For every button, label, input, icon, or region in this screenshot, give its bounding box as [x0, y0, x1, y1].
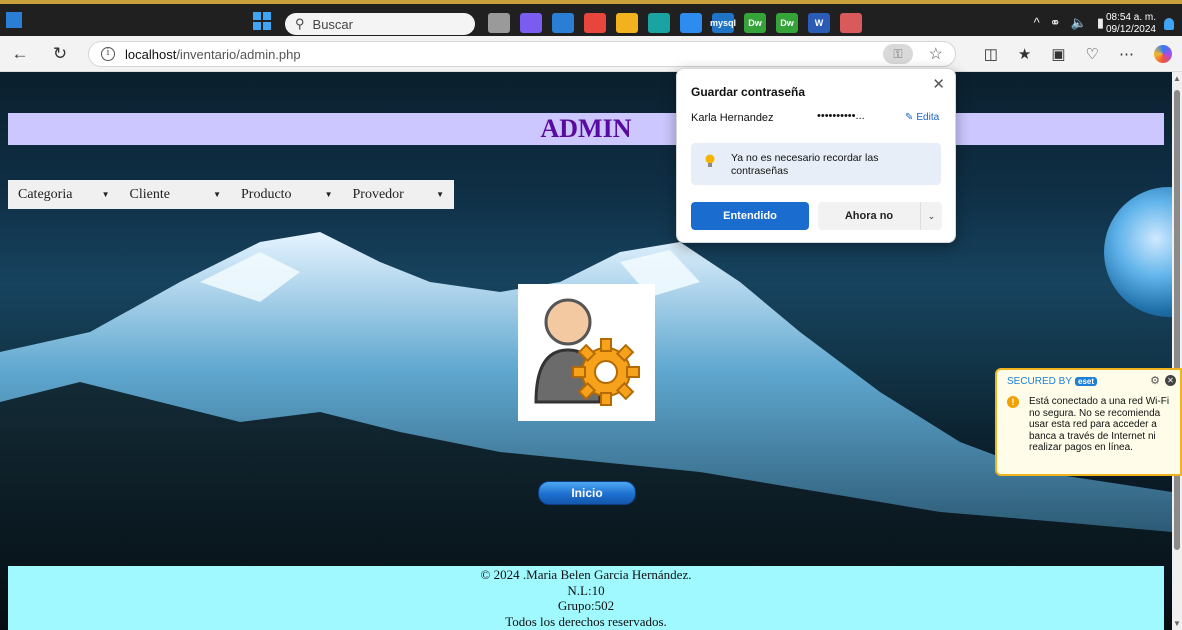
menu-item-label: Categoria — [18, 186, 73, 202]
page-footer: © 2024 .Maria Belen Garcia Hernández. N.… — [8, 566, 1164, 630]
scrollbar-thumb[interactable] — [1174, 90, 1180, 550]
back-button[interactable]: ← — [10, 44, 30, 64]
address-bar[interactable]: i localhost/inventario/admin.php ⚿ ☆ — [88, 41, 956, 67]
page-viewport: ADMIN Categoria ▼ Cliente ▼ Producto ▼ Provedo… — [0, 72, 1172, 630]
browser-toolbar: ← ↻ i localhost/inventario/admin.php ⚿ ☆… — [0, 36, 1182, 72]
edit-link[interactable]: ✎ Edita — [905, 112, 939, 123]
edit-label: Edita — [916, 112, 940, 123]
collections-icon[interactable]: ▣ — [1051, 45, 1065, 63]
menu-item-label: Provedor — [352, 186, 404, 202]
dreamweaver-icon[interactable]: Dw — [744, 13, 766, 33]
notification-bell-icon[interactable] — [1164, 18, 1174, 30]
menu-item-label: Producto — [241, 186, 292, 202]
dropdown-caret-icon: ▼ — [101, 190, 110, 199]
eset-notification: SECURED BY eset ⚙ ✕ ! Está conectado a u… — [995, 368, 1182, 476]
dropdown-caret-icon: ▼ — [436, 190, 444, 199]
eset-header: SECURED BY eset — [1007, 376, 1098, 387]
paint-icon[interactable] — [840, 13, 862, 33]
url-path: /inventario/admin.php — [176, 46, 301, 62]
taskbar-search[interactable]: ⚲ Buscar — [285, 13, 475, 35]
warning-icon: ! — [1007, 396, 1019, 408]
menu-select-producto[interactable]: Producto ▼ — [231, 180, 343, 209]
app-icon[interactable] — [6, 12, 22, 28]
copilot-badge-icon[interactable] — [680, 13, 702, 33]
admin-header-bar: ADMIN — [8, 113, 1164, 145]
dropdown-caret-icon: ▼ — [324, 190, 333, 199]
menu-select-provedor[interactable]: Provedor ▼ — [343, 180, 455, 209]
footer-copyright: © 2024 .Maria Belen Garcia Hernández. — [480, 567, 692, 582]
page-title: ADMIN — [540, 114, 632, 143]
menu-item-label: Cliente — [129, 186, 170, 202]
taskbar-clock[interactable]: 08:54 a. m. 09/12/2024 — [1106, 12, 1156, 36]
password-tip: Ya no es necesario recordar las contrase… — [691, 143, 941, 185]
system-tray: ^ ⚭ 🔈 ▮ — [1034, 15, 1104, 31]
browser-tools: ◫ ★ ▣ ♡ ⋯ — [984, 45, 1172, 63]
pencil-icon: ✎ — [905, 112, 914, 123]
chevron-up-icon[interactable]: ^ — [1034, 15, 1040, 31]
edge-icon[interactable] — [648, 13, 670, 33]
store-icon[interactable] — [552, 13, 574, 33]
gear-icon[interactable]: ⚙ — [1150, 374, 1160, 387]
mysql-icon[interactable]: mysql — [710, 13, 736, 33]
word-icon[interactable]: W — [808, 13, 830, 33]
copilot-app-icon[interactable] — [520, 13, 542, 33]
eset-message: Está conectado a una red Wi-Fi no segura… — [1029, 396, 1170, 453]
favorites-icon[interactable]: ★ — [1018, 45, 1031, 63]
dropdown-caret-icon: ▼ — [213, 190, 221, 199]
chrome-icon[interactable] — [584, 13, 606, 33]
tip-text: Ya no es necesario recordar las contrase… — [731, 152, 879, 177]
footer-nl: N.L:10 — [567, 582, 605, 598]
close-icon[interactable]: ✕ — [932, 75, 945, 93]
dreamweaver-icon-2[interactable]: Dw — [776, 13, 798, 33]
chevron-down-icon[interactable]: ⌄ — [920, 202, 942, 230]
footer-rights: Todos los derechos reservados. — [505, 613, 667, 629]
entendido-button[interactable]: Entendido — [691, 202, 809, 230]
footer-grupo: Grupo:502 — [557, 598, 615, 613]
clock-time: 08:54 a. m. — [1105, 12, 1156, 23]
scroll-down-arrow-icon[interactable]: ▼ — [1173, 619, 1181, 628]
windows-taskbar: ⚲ Buscar mysql Dw Dw W ^ ⚭ 🔈 ▮ 08:54 a. m. … — [0, 0, 1182, 36]
favorite-star-icon[interactable]: ☆ — [929, 44, 943, 64]
menu-select-cliente[interactable]: Cliente ▼ — [120, 180, 232, 209]
page-scrollbar[interactable]: ▲ ▼ — [1172, 72, 1182, 630]
search-icon: ⚲ — [295, 16, 305, 31]
clock-date: 09/12/2024 — [1105, 24, 1156, 35]
task-view-icon[interactable] — [488, 13, 510, 33]
ahora-no-button[interactable]: Ahora no — [818, 202, 920, 230]
nav-menu: Categoria ▼ Cliente ▼ Producto ▼ Provedor ▼ — [8, 180, 454, 209]
taskbar-apps: mysql Dw Dw W — [488, 13, 862, 33]
save-password-popup: Guardar contraseña ✕ Karla Hernandez •••… — [676, 68, 956, 243]
lightbulb-icon — [705, 154, 715, 167]
browser-essentials-icon[interactable]: ♡ — [1086, 45, 1099, 63]
url-host: localhost — [125, 46, 177, 62]
key-icon[interactable]: ⚿ — [883, 44, 913, 64]
split-screen-icon[interactable]: ◫ — [984, 45, 998, 63]
popup-title: Guardar contraseña — [691, 85, 806, 99]
saved-password-mask: ••••••••••... — [817, 110, 865, 122]
network-icon[interactable]: ⚭ — [1050, 15, 1061, 31]
menu-select-categoria[interactable]: Categoria ▼ — [8, 180, 120, 209]
scroll-up-arrow-icon[interactable]: ▲ — [1173, 74, 1181, 83]
eset-secured-label: SECURED BY — [1007, 376, 1073, 387]
taskbar-search-placeholder: Buscar — [312, 16, 353, 32]
admin-user-gear-icon — [518, 284, 655, 421]
close-icon[interactable]: ✕ — [1165, 375, 1176, 386]
battery-icon[interactable]: ▮ — [1097, 15, 1104, 31]
volume-icon[interactable]: 🔈 — [1071, 15, 1087, 31]
info-icon[interactable]: i — [101, 47, 115, 61]
copilot-icon[interactable] — [1154, 45, 1172, 63]
more-menu-icon[interactable]: ⋯ — [1119, 45, 1134, 63]
windows-start-icon[interactable] — [253, 12, 271, 30]
explorer-icon[interactable] — [616, 13, 638, 33]
refresh-button[interactable]: ↻ — [50, 44, 70, 64]
eset-logo: eset — [1075, 377, 1098, 386]
saved-username: Karla Hernandez — [691, 112, 774, 124]
inicio-button[interactable]: Inicio — [538, 481, 636, 505]
